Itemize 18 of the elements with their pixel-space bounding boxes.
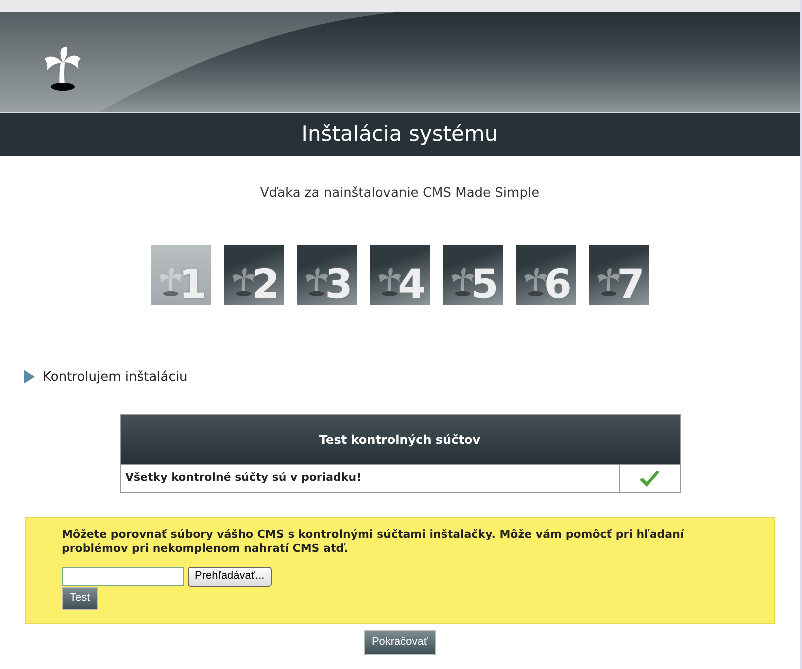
step-tile: 7 [589,244,649,304]
step-tile: 1 [151,244,211,304]
info-text: Môžete porovnať súbory vášho CMS s kontrolnými súčtami inštalačky. Môže vám pomôcť pri hľadaní problémov pri nekomplenom nahratí CMS atď. [62,528,686,557]
file-input-field[interactable] [62,567,184,586]
step-tile: 6 [516,244,576,304]
step-tile: 2 [224,244,284,304]
browse-button[interactable]: Prehľadávať... [188,566,272,587]
page-title: Inštalácia systému [0,112,800,156]
step-tile: 4 [370,244,430,304]
step-tile: 3 [297,244,357,304]
table-cell-text: Všetky kontrolné súčty sú v poriadku! [124,470,363,486]
arrow-icon [24,370,35,384]
step-tile: 5 [443,244,503,304]
test-button[interactable]: Test [62,586,98,610]
subtitle: Vďaka za nainštalovanie CMS Made Simple [260,186,540,201]
table-header: Test kontrolných súčtov [120,415,680,464]
section-title: Kontrolujem inštaláciu [43,368,188,386]
continue-button[interactable]: Pokračovať [364,630,436,655]
